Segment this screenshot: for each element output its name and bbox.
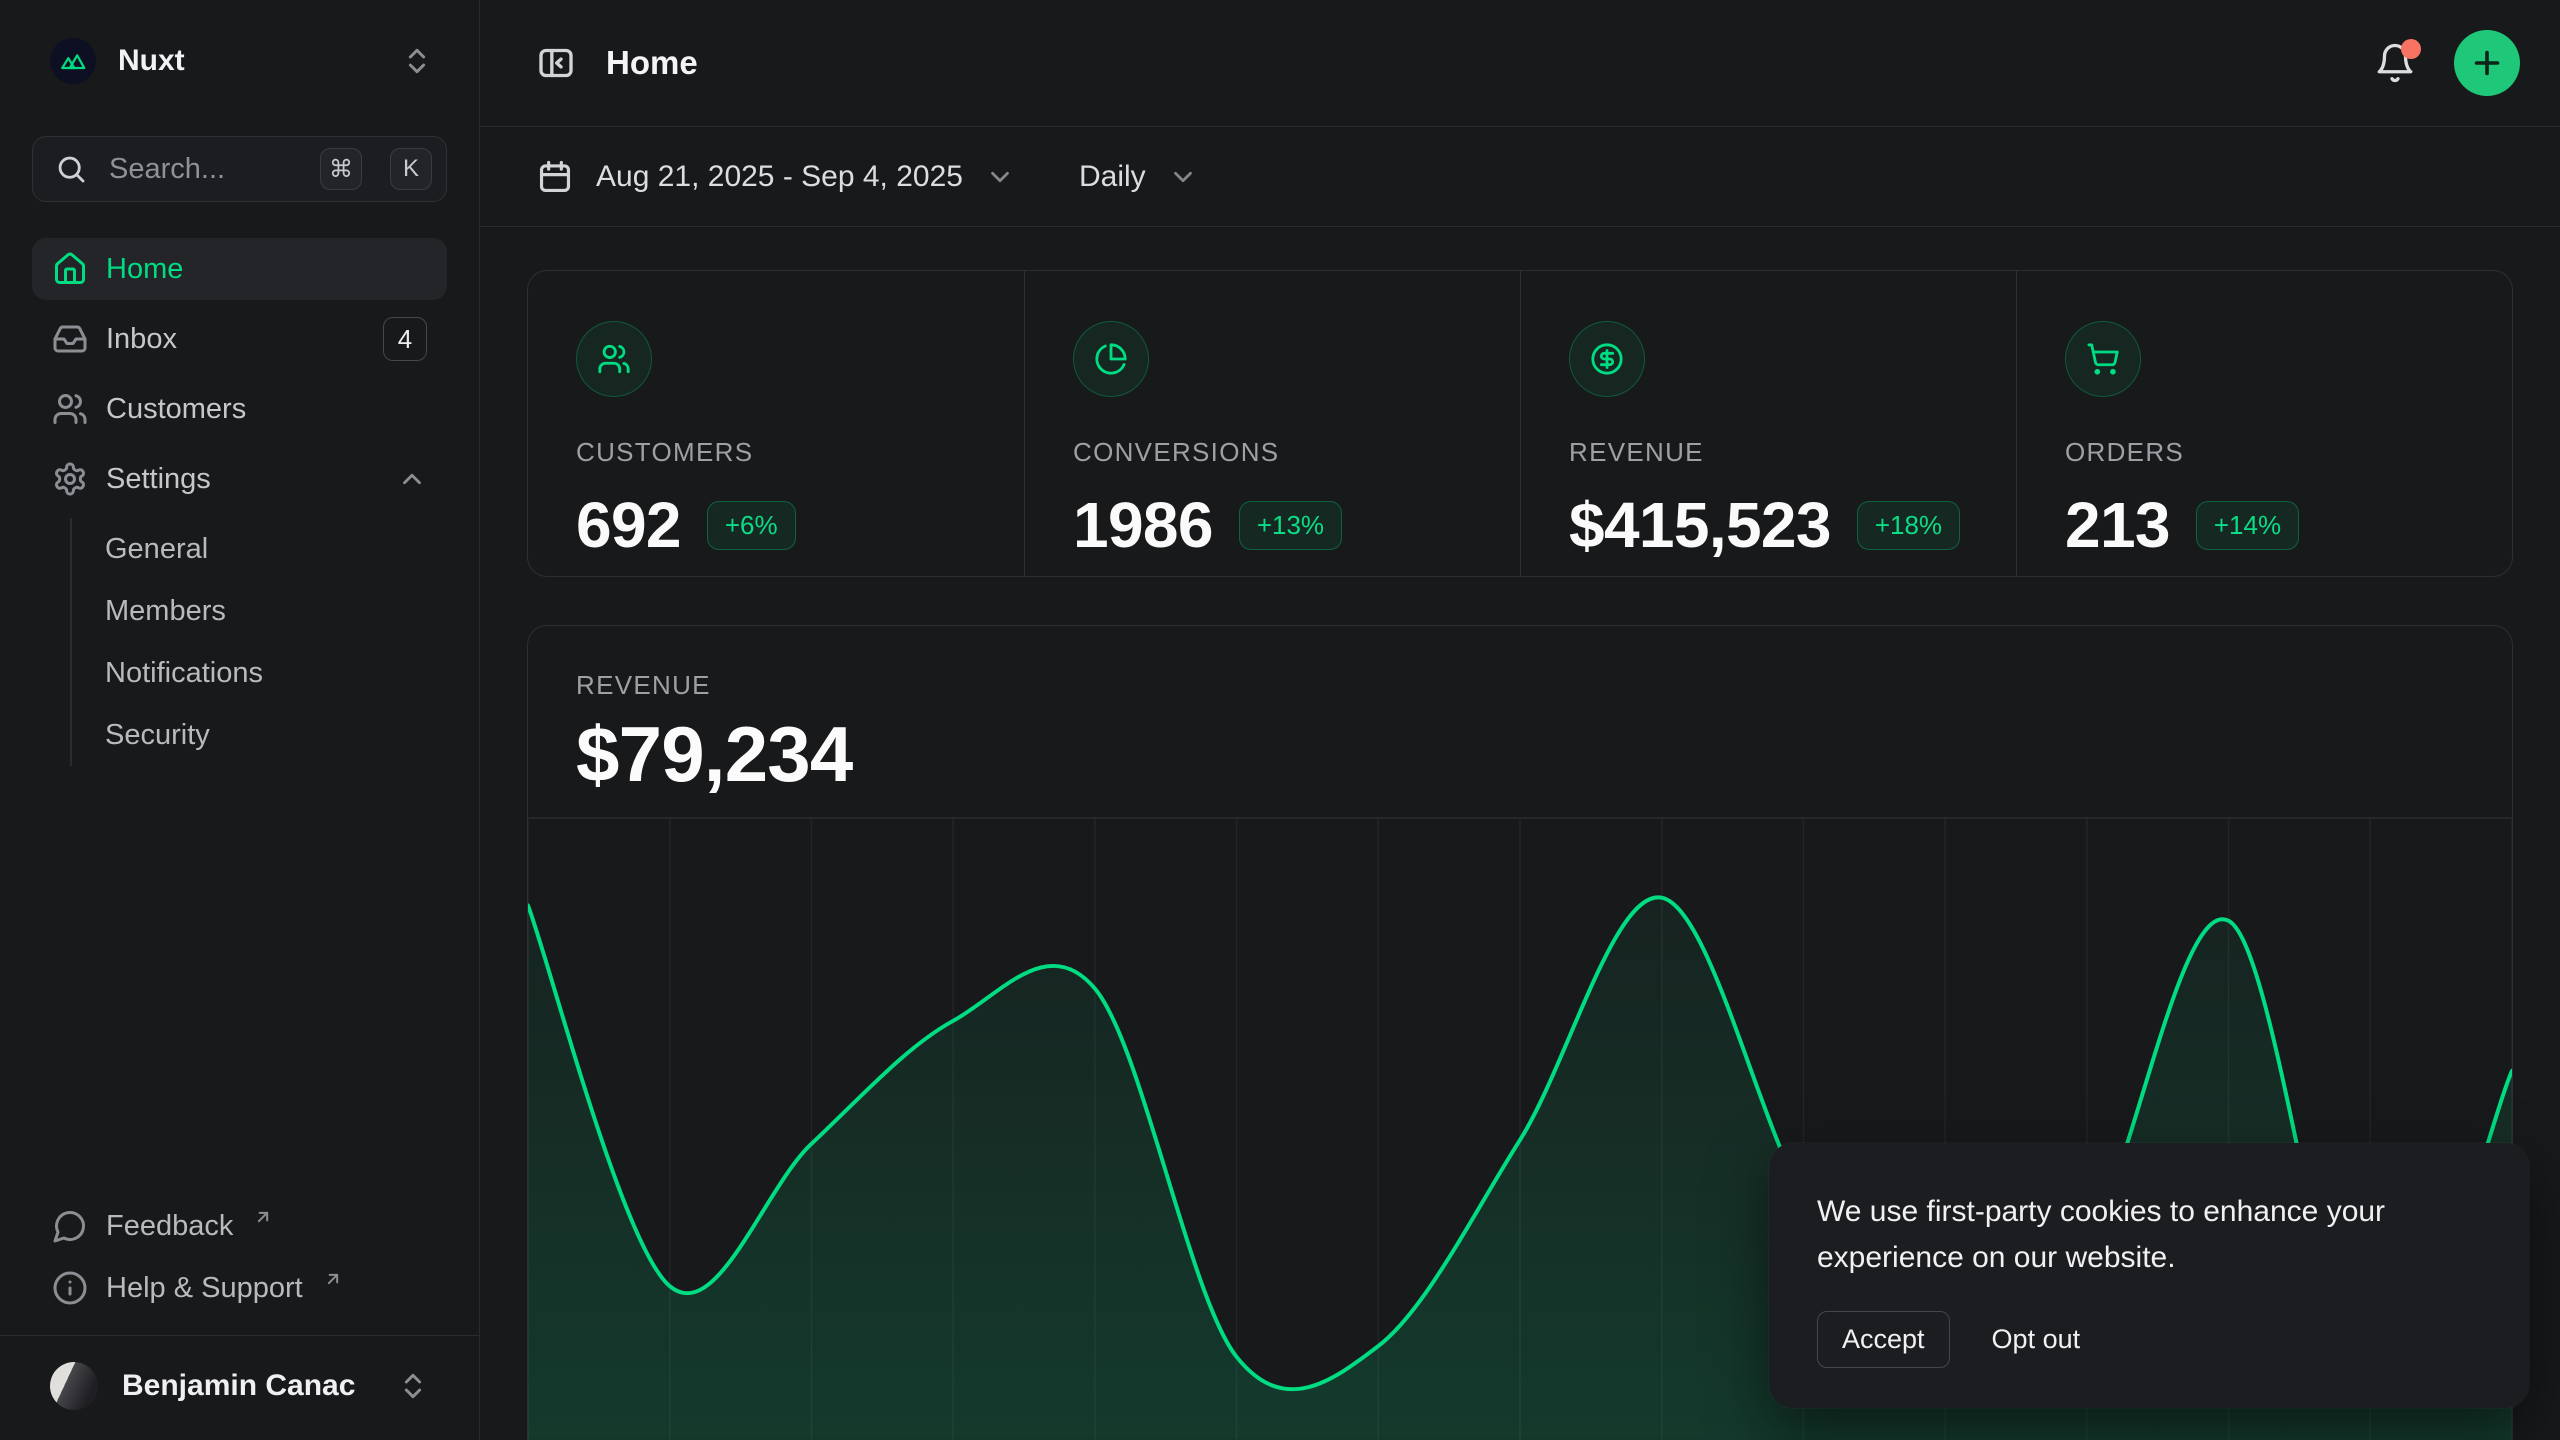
collapse-sidebar-button[interactable] — [536, 43, 576, 83]
external-link-icon — [253, 1207, 273, 1227]
help-support-link[interactable]: Help & Support — [32, 1259, 447, 1317]
stat-delta-badge: +18% — [1857, 501, 1960, 550]
cookie-actions: Accept Opt out — [1817, 1311, 2481, 1368]
feedback-label: Feedback — [106, 1210, 233, 1243]
pie-chart-icon — [1073, 321, 1149, 397]
workspace-name: Nuxt — [118, 44, 379, 78]
optout-cookies-button[interactable]: Opt out — [1992, 1324, 2081, 1355]
sub-item-label: Security — [105, 719, 210, 752]
sub-item-label: Members — [105, 595, 226, 628]
stat-delta-badge: +13% — [1239, 501, 1342, 550]
calendar-icon — [536, 158, 574, 196]
stat-delta-badge: +14% — [2196, 501, 2299, 550]
date-range-value: Aug 21, 2025 - Sep 4, 2025 — [596, 160, 963, 194]
stat-revenue: REVENUE $415,523 +18% — [1520, 271, 2016, 576]
page-title: Home — [606, 44, 698, 82]
sidebar-item-notifications[interactable]: Notifications — [105, 642, 447, 704]
sidebar-item-settings[interactable]: Settings — [32, 448, 447, 510]
users-icon — [576, 321, 652, 397]
revenue-chart-header: REVENUE $79,234 — [528, 626, 2512, 791]
sub-item-label: General — [105, 533, 208, 566]
info-circle-icon — [52, 1270, 88, 1306]
sidebar: Nuxt Search... ⌘ K Home — [0, 0, 480, 1440]
sidebar-item-label: Customers — [106, 393, 246, 426]
cart-icon — [2065, 321, 2141, 397]
stat-value: 213 — [2065, 488, 2170, 562]
sidebar-item-home[interactable]: Home — [32, 238, 447, 300]
chevron-down-icon — [985, 162, 1015, 192]
gear-icon — [52, 461, 88, 497]
sub-item-label: Notifications — [105, 657, 263, 690]
avatar — [50, 1362, 98, 1410]
stat-delta-badge: +6% — [707, 501, 796, 550]
sidebar-nav: Home Inbox 4 Customers Settings — [32, 238, 447, 1191]
sidebar-item-members[interactable]: Members — [105, 580, 447, 642]
revenue-chart-value: $79,234 — [576, 717, 2464, 791]
stat-label: CONVERSIONS — [1073, 437, 1279, 468]
dollar-circle-icon — [1569, 321, 1645, 397]
stat-value: 1986 — [1073, 488, 1213, 562]
stat-customers: CUSTOMERS 692 +6% — [528, 271, 1024, 576]
user-name: Benjamin Canac — [122, 1369, 373, 1403]
search-icon — [55, 153, 87, 185]
feedback-link[interactable]: Feedback — [32, 1197, 447, 1255]
kbd-k: K — [390, 148, 432, 190]
user-section: Benjamin Canac — [0, 1335, 479, 1440]
nuxt-logo-icon — [50, 38, 96, 84]
stat-label: CUSTOMERS — [576, 437, 753, 468]
inbox-icon — [52, 321, 88, 357]
stat-value: 692 — [576, 488, 681, 562]
stat-label: ORDERS — [2065, 437, 2184, 468]
help-support-label: Help & Support — [106, 1272, 303, 1305]
settings-subnav: General Members Notifications Security — [70, 518, 447, 766]
sidebar-item-label: Settings — [106, 463, 211, 496]
accept-cookies-button[interactable]: Accept — [1817, 1311, 1950, 1368]
kbd-meta: ⌘ — [320, 148, 362, 190]
home-icon — [52, 251, 88, 287]
stat-orders: ORDERS 213 +14% — [2016, 271, 2512, 576]
chevron-up-icon — [397, 464, 427, 494]
stats-summary-card: CUSTOMERS 692 +6% CONVERSIONS 1986 +13% — [527, 270, 2513, 577]
add-button[interactable] — [2454, 30, 2520, 96]
sidebar-item-general[interactable]: General — [105, 518, 447, 580]
stat-conversions: CONVERSIONS 1986 +13% — [1024, 271, 1520, 576]
sidebar-item-inbox[interactable]: Inbox 4 — [32, 308, 447, 370]
chevrons-up-down-icon — [397, 1370, 429, 1402]
workspace-switcher[interactable]: Nuxt — [32, 28, 447, 94]
sidebar-footer: Feedback Help & Support — [32, 1191, 447, 1335]
date-range-picker[interactable]: Aug 21, 2025 - Sep 4, 2025 — [536, 158, 1015, 196]
chat-bubble-icon — [52, 1208, 88, 1244]
granularity-select[interactable]: Daily — [1079, 160, 1198, 194]
user-menu[interactable]: Benjamin Canac — [32, 1354, 447, 1418]
notifications-button[interactable] — [2374, 42, 2416, 84]
unread-dot — [2401, 39, 2421, 59]
revenue-chart-label: REVENUE — [576, 670, 2464, 701]
sidebar-item-security[interactable]: Security — [105, 704, 447, 766]
chevron-down-icon — [1168, 162, 1198, 192]
sidebar-item-label: Inbox — [106, 323, 177, 356]
external-link-icon — [323, 1269, 343, 1289]
topbar: Home — [480, 0, 2560, 127]
stat-label: REVENUE — [1569, 437, 1704, 468]
sidebar-item-customers[interactable]: Customers — [32, 378, 447, 440]
inbox-count-badge: 4 — [383, 317, 427, 361]
cookie-message: We use first-party cookies to enhance yo… — [1817, 1189, 2481, 1281]
sidebar-item-label: Home — [106, 253, 183, 286]
filter-toolbar: Aug 21, 2025 - Sep 4, 2025 Daily — [480, 127, 2560, 227]
search-input[interactable]: Search... ⌘ K — [32, 136, 447, 202]
search-placeholder: Search... — [109, 153, 298, 186]
users-icon — [52, 391, 88, 427]
chevrons-up-down-icon — [401, 45, 433, 77]
topbar-actions — [2374, 30, 2520, 96]
stat-value: $415,523 — [1569, 488, 1831, 562]
granularity-value: Daily — [1079, 160, 1146, 194]
cookie-banner: We use first-party cookies to enhance yo… — [1769, 1143, 2529, 1408]
